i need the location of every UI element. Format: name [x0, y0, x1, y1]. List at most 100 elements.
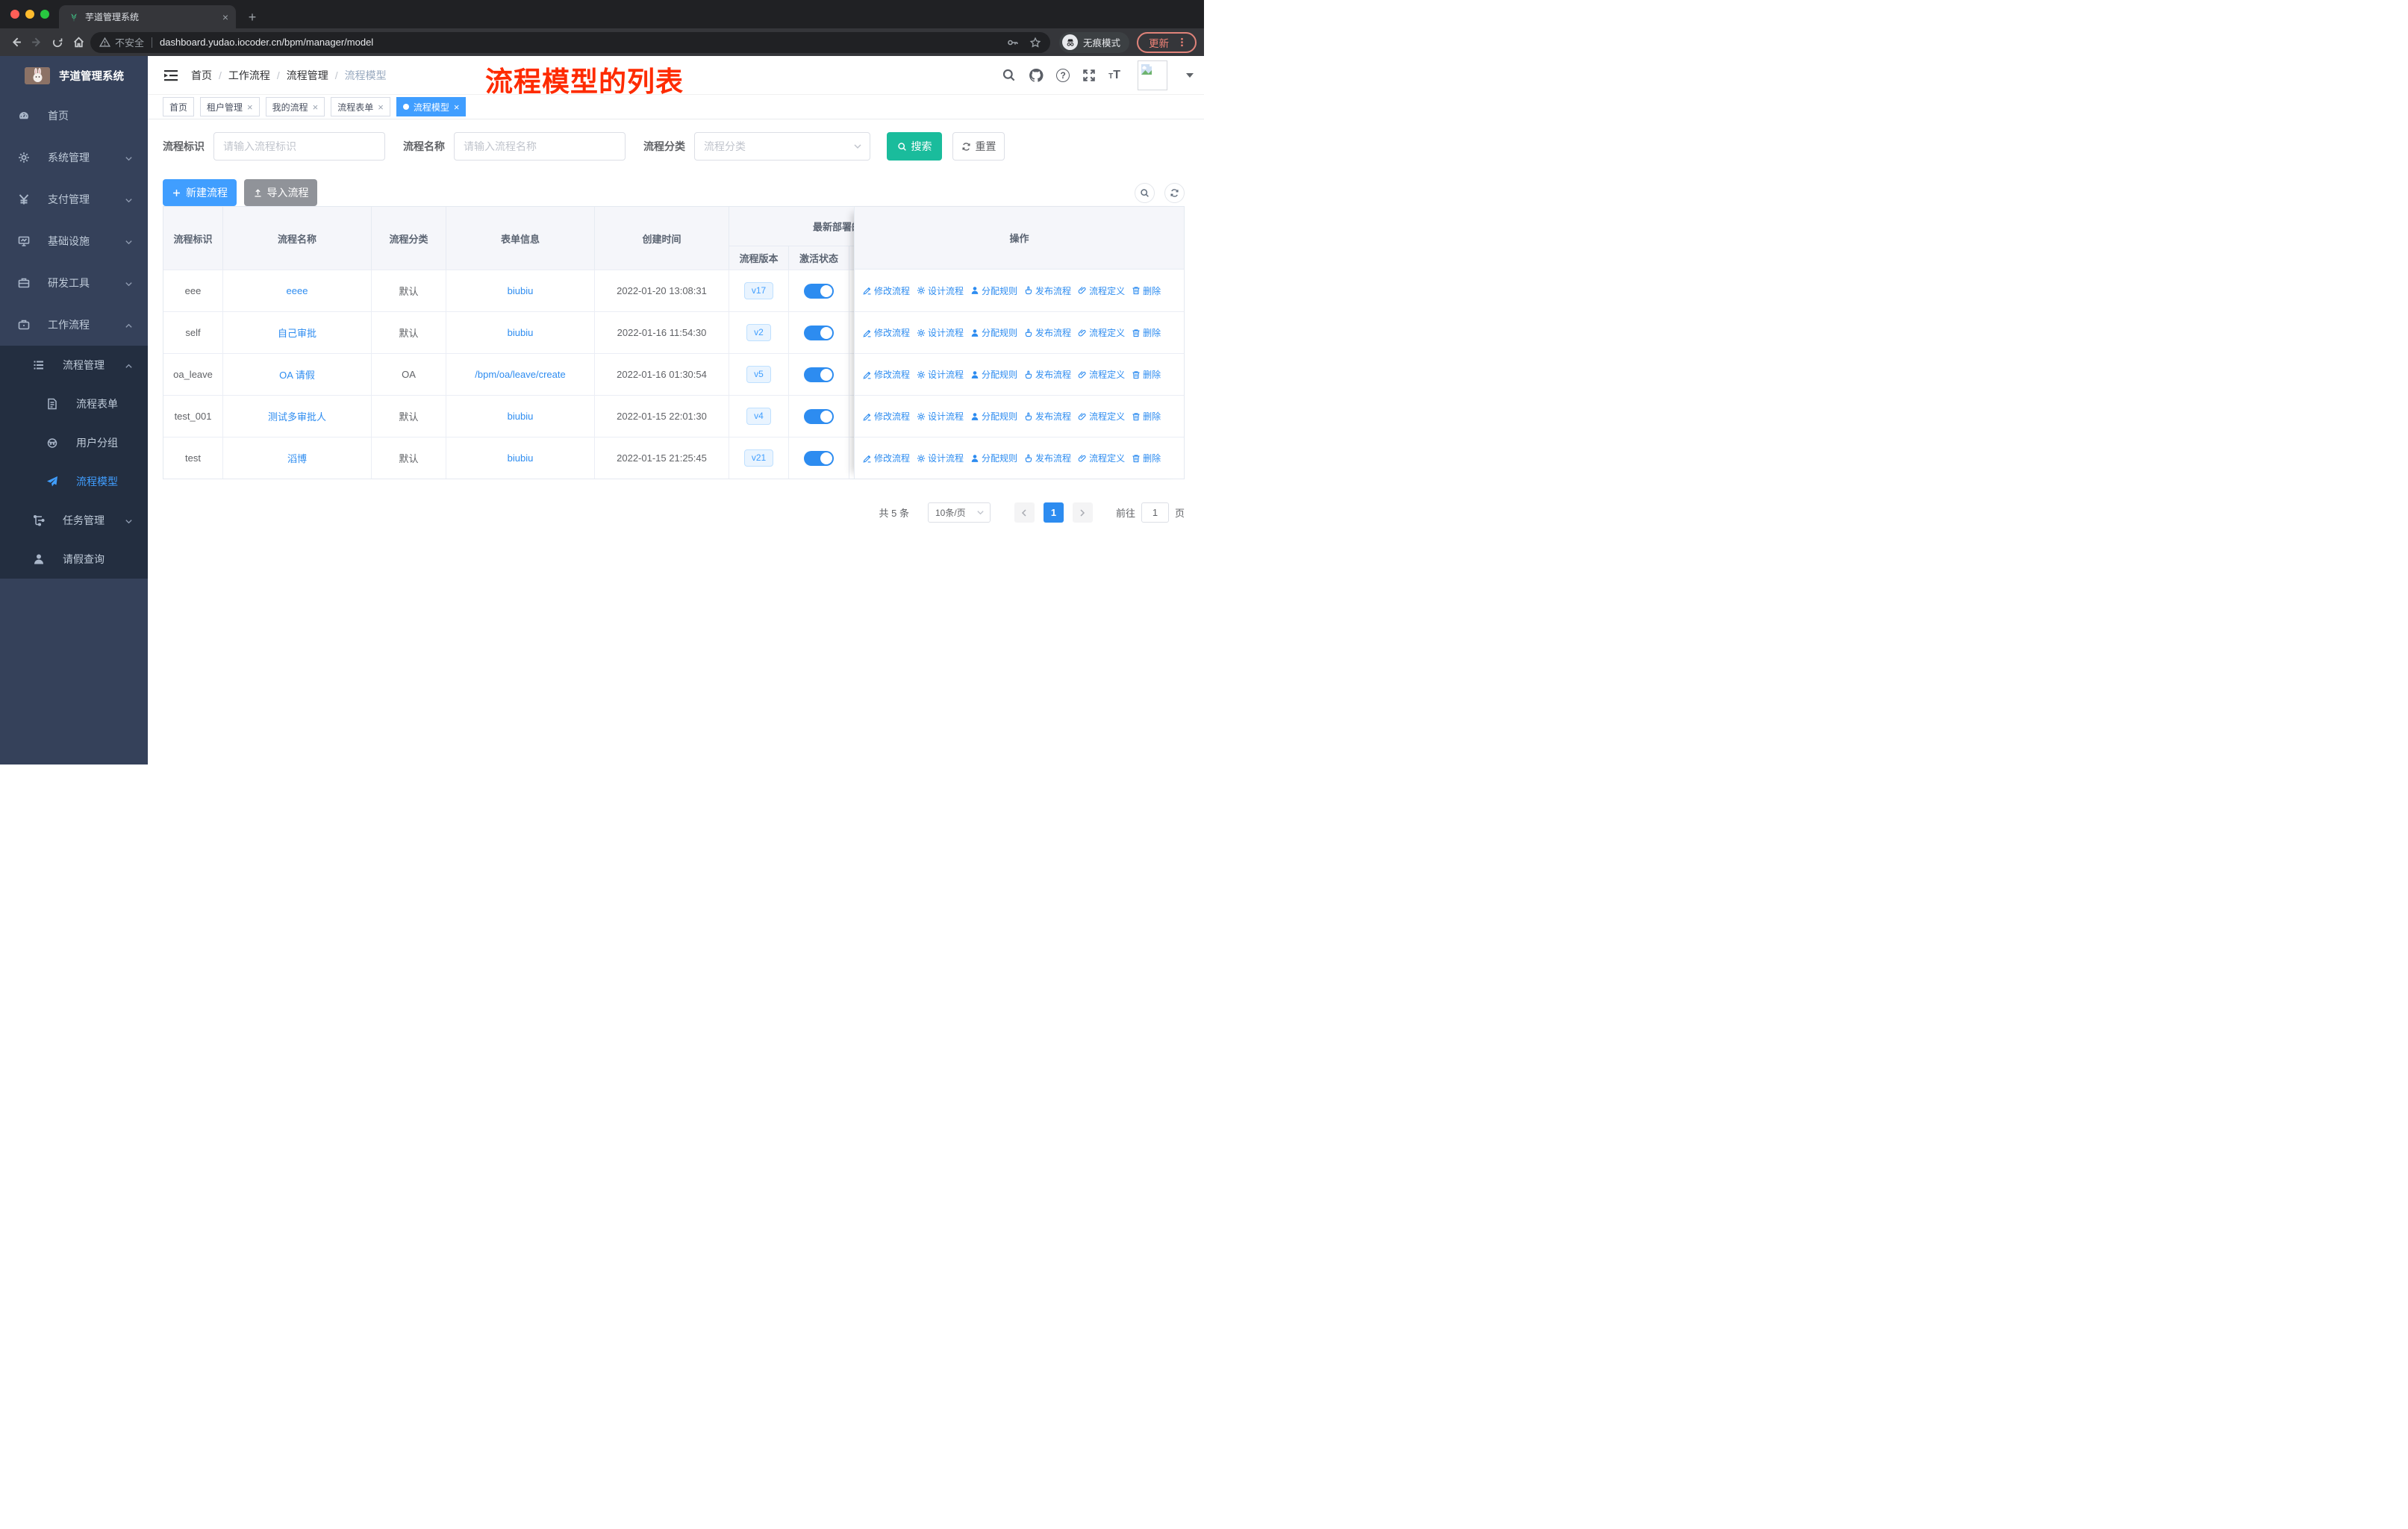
bookmark-star-icon[interactable]: [1029, 37, 1041, 49]
prev-page-button[interactable]: [1014, 502, 1035, 523]
action-process-definition[interactable]: 流程定义: [1078, 284, 1125, 297]
minimize-window-button[interactable]: [25, 10, 34, 19]
sidebar-item-task-mgmt[interactable]: 任务管理: [0, 501, 148, 540]
action-publish-process[interactable]: 发布流程: [1024, 452, 1071, 464]
form-link[interactable]: biubiu: [508, 452, 534, 464]
import-process-button[interactable]: 导入流程: [244, 179, 317, 206]
action-edit-process[interactable]: 修改流程: [863, 326, 910, 339]
window-controls[interactable]: [10, 10, 49, 19]
action-edit-process[interactable]: 修改流程: [863, 452, 910, 464]
action-design-process[interactable]: 设计流程: [917, 410, 964, 423]
security-label[interactable]: 不安全: [115, 35, 144, 49]
form-link[interactable]: biubiu: [508, 285, 534, 296]
process-name-link[interactable]: 滔博: [287, 451, 307, 465]
action-delete[interactable]: 删除: [1132, 452, 1161, 464]
action-edit-process[interactable]: 修改流程: [863, 284, 910, 297]
process-name-input[interactable]: [454, 132, 626, 161]
process-category-select[interactable]: 流程分类: [694, 132, 870, 161]
close-window-button[interactable]: [10, 10, 19, 19]
action-design-process[interactable]: 设计流程: [917, 452, 964, 464]
tag-close-icon[interactable]: ×: [378, 102, 384, 112]
action-assign-rule[interactable]: 分配规则: [970, 368, 1017, 381]
action-design-process[interactable]: 设计流程: [917, 326, 964, 339]
active-toggle[interactable]: [804, 408, 834, 424]
fullscreen-icon[interactable]: [1082, 69, 1096, 82]
sidebar-item-process-form[interactable]: 流程表单: [0, 384, 148, 423]
avatar-caret-icon[interactable]: [1186, 72, 1194, 78]
nav-tag[interactable]: 流程表单 ×: [331, 97, 390, 116]
sidebar-item-home[interactable]: 首页: [0, 95, 148, 137]
back-icon[interactable]: [7, 32, 25, 53]
sidebar-item-process-mgmt[interactable]: 流程管理: [0, 346, 148, 384]
action-process-definition[interactable]: 流程定义: [1078, 452, 1125, 464]
reload-icon[interactable]: [49, 32, 67, 53]
search-icon[interactable]: [1002, 68, 1016, 82]
action-design-process[interactable]: 设计流程: [917, 368, 964, 381]
process-name-link[interactable]: 测试多审批人: [268, 409, 326, 423]
form-link[interactable]: /bpm/oa/leave/create: [475, 369, 565, 380]
create-process-button[interactable]: 新建流程: [163, 179, 237, 206]
action-process-definition[interactable]: 流程定义: [1078, 410, 1125, 423]
sidebar-item-devtools[interactable]: 研发工具: [0, 262, 148, 304]
process-name-link[interactable]: eeee: [287, 285, 308, 296]
active-toggle[interactable]: [804, 283, 834, 299]
action-design-process[interactable]: 设计流程: [917, 284, 964, 297]
sidebar-item-workflow[interactable]: 工作流程: [0, 304, 148, 346]
action-delete[interactable]: 删除: [1132, 368, 1161, 381]
home-icon[interactable]: [69, 32, 87, 53]
action-publish-process[interactable]: 发布流程: [1024, 284, 1071, 297]
active-toggle[interactable]: [804, 325, 834, 340]
nav-tag[interactable]: 我的流程 ×: [265, 97, 325, 116]
action-process-definition[interactable]: 流程定义: [1078, 368, 1125, 381]
action-process-definition[interactable]: 流程定义: [1078, 326, 1125, 339]
nav-tag[interactable]: 流程模型 ×: [396, 97, 467, 116]
address-bar[interactable]: 不安全 dashboard.yudao.iocoder.cn/bpm/manag…: [90, 31, 1050, 53]
nav-tag[interactable]: 首页: [163, 97, 195, 116]
action-assign-rule[interactable]: 分配规则: [970, 410, 1017, 423]
sidebar-item-process-model[interactable]: 流程模型: [0, 462, 148, 501]
action-assign-rule[interactable]: 分配规则: [970, 284, 1017, 297]
nav-tag[interactable]: 租户管理 ×: [200, 97, 260, 116]
sidebar-item-system[interactable]: 系统管理: [0, 137, 148, 178]
goto-page-input[interactable]: [1141, 502, 1169, 523]
url-text[interactable]: dashboard.yudao.iocoder.cn/bpm/manager/m…: [160, 37, 1007, 48]
tag-close-icon[interactable]: ×: [247, 102, 253, 112]
action-assign-rule[interactable]: 分配规则: [970, 452, 1017, 464]
action-delete[interactable]: 删除: [1132, 410, 1161, 423]
sidebar-item-leave-query[interactable]: 请假查询: [0, 540, 148, 579]
tag-close-icon[interactable]: ×: [313, 102, 319, 112]
reset-button[interactable]: 重置: [952, 132, 1005, 161]
menu-dots-icon[interactable]: [1176, 37, 1188, 48]
page-size-select[interactable]: 10条/页: [927, 502, 991, 523]
current-page[interactable]: 1: [1043, 502, 1064, 523]
action-publish-process[interactable]: 发布流程: [1024, 368, 1071, 381]
action-edit-process[interactable]: 修改流程: [863, 368, 910, 381]
process-key-input[interactable]: [213, 132, 385, 161]
action-publish-process[interactable]: 发布流程: [1024, 326, 1071, 339]
toggle-search-button[interactable]: [1135, 182, 1155, 203]
password-key-icon[interactable]: [1007, 37, 1019, 49]
browser-tab[interactable]: 芋道管理系统 ×: [59, 5, 236, 28]
zoom-window-button[interactable]: [40, 10, 49, 19]
forward-icon[interactable]: [28, 32, 46, 53]
sidebar-collapse-icon[interactable]: [163, 67, 179, 84]
update-label[interactable]: 更新: [1149, 35, 1169, 50]
tag-close-icon[interactable]: ×: [454, 102, 460, 112]
search-button[interactable]: 搜索: [887, 132, 942, 161]
new-tab-button[interactable]: +: [243, 8, 261, 26]
action-assign-rule[interactable]: 分配规则: [970, 326, 1017, 339]
refresh-table-button[interactable]: [1164, 182, 1185, 203]
sidebar-item-payment[interactable]: 支付管理: [0, 178, 148, 220]
active-toggle[interactable]: [804, 450, 834, 466]
help-icon[interactable]: ?: [1056, 68, 1070, 82]
user-avatar[interactable]: [1138, 60, 1167, 90]
sidebar-item-infra[interactable]: 基础设施: [0, 220, 148, 262]
active-toggle[interactable]: [804, 367, 834, 382]
action-publish-process[interactable]: 发布流程: [1024, 410, 1071, 423]
form-link[interactable]: biubiu: [508, 411, 534, 422]
github-icon[interactable]: [1029, 68, 1044, 83]
next-page-button[interactable]: [1072, 502, 1093, 523]
breadcrumb-home[interactable]: 首页: [191, 68, 212, 83]
action-delete[interactable]: 删除: [1132, 326, 1161, 339]
action-edit-process[interactable]: 修改流程: [863, 410, 910, 423]
